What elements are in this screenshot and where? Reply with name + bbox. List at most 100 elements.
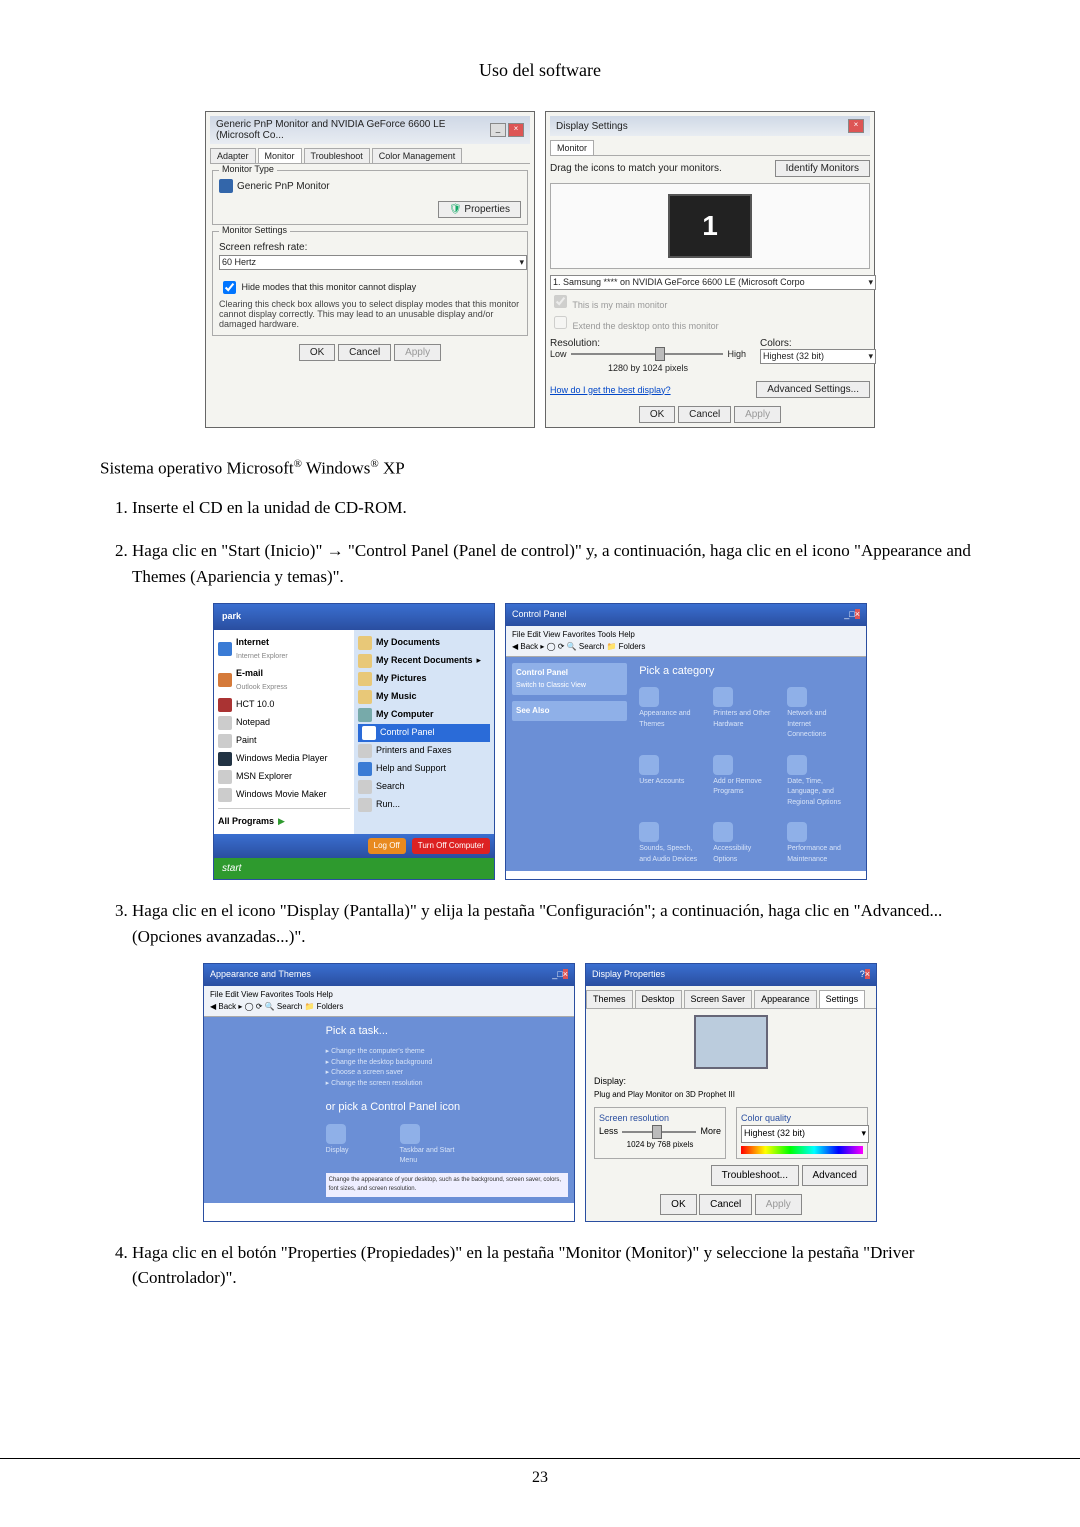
or-pick-icon-title: or pick a Control Panel icon bbox=[326, 1099, 568, 1116]
monitor-thumb[interactable]: 1 bbox=[668, 194, 752, 258]
sm-my-music[interactable]: My Music bbox=[358, 688, 490, 706]
sm-printers[interactable]: Printers and Faxes bbox=[358, 742, 490, 760]
hide-modes-desc: Clearing this check box allows you to se… bbox=[219, 299, 521, 329]
resolution-slider[interactable]: Low High bbox=[550, 349, 746, 359]
sm-search[interactable]: Search bbox=[358, 778, 490, 796]
close-icon[interactable]: × bbox=[848, 119, 864, 133]
dp-advanced-button[interactable]: Advanced bbox=[802, 1165, 868, 1186]
cat-datetime[interactable]: Date, Time, Language, and Regional Optio… bbox=[787, 755, 847, 809]
sm-msn[interactable]: MSN Explorer bbox=[218, 768, 350, 786]
appearance-themes-window: Appearance and Themes _□× File Edit View… bbox=[203, 963, 575, 1222]
chevron-right-icon: ▶ bbox=[278, 815, 285, 829]
dp-res-value: 1024 by 768 pixels bbox=[599, 1139, 721, 1151]
best-display-link[interactable]: How do I get the best display? bbox=[550, 385, 671, 395]
tab-adapter[interactable]: Adapter bbox=[210, 148, 256, 163]
dp-troubleshoot-button[interactable]: Troubleshoot... bbox=[711, 1165, 799, 1186]
sm-my-computer[interactable]: My Computer bbox=[358, 706, 490, 724]
close-icon[interactable]: × bbox=[508, 123, 524, 137]
refresh-rate-label: Screen refresh rate: bbox=[219, 242, 521, 253]
advanced-settings-button[interactable]: Advanced Settings... bbox=[756, 381, 870, 398]
maximize-icon[interactable]: □ bbox=[557, 969, 562, 979]
sm-my-pictures[interactable]: My Pictures bbox=[358, 670, 490, 688]
dp-res-slider[interactable]: Less More bbox=[599, 1125, 721, 1139]
cancel-button[interactable]: Cancel bbox=[678, 406, 731, 423]
sm-hct[interactable]: HCT 10.0 bbox=[218, 696, 350, 714]
tab-troubleshoot[interactable]: Troubleshoot bbox=[304, 148, 370, 163]
task-res[interactable]: ▸ Change the screen resolution bbox=[326, 1079, 568, 1090]
identify-monitors-button[interactable]: Identify Monitors bbox=[775, 160, 870, 177]
cat-addremove[interactable]: Add or Remove Programs bbox=[713, 755, 773, 809]
hide-modes-checkbox[interactable]: Hide modes that this monitor cannot disp… bbox=[219, 278, 521, 297]
sm-run[interactable]: Run... bbox=[358, 796, 490, 814]
logoff-button[interactable]: Log Off bbox=[368, 838, 406, 854]
monitor-dialog: Generic PnP Monitor and NVIDIA GeForce 6… bbox=[205, 111, 535, 428]
cat-appearance[interactable]: Appearance and Themes bbox=[639, 687, 699, 741]
sm-help[interactable]: Help and Support bbox=[358, 760, 490, 778]
sm-all-programs[interactable]: All Programs ▶ bbox=[218, 813, 350, 831]
ok-button[interactable]: OK bbox=[299, 344, 335, 361]
pick-task-title: Pick a task... bbox=[326, 1023, 568, 1040]
monitor-type-group: Monitor Type Generic PnP Monitor 🛡 Prope… bbox=[212, 170, 528, 225]
icon-display[interactable]: Display bbox=[326, 1124, 386, 1167]
apply-button[interactable]: Apply bbox=[394, 344, 441, 361]
cat-performance[interactable]: Performance and Maintenance bbox=[787, 822, 847, 865]
tab-monitor2[interactable]: Monitor bbox=[550, 140, 594, 155]
task-ss[interactable]: ▸ Choose a screen saver bbox=[326, 1068, 568, 1079]
dp-title: Display Properties bbox=[592, 968, 665, 982]
dp-color-dropdown[interactable]: Highest (32 bit)▾ bbox=[741, 1125, 869, 1143]
page-number: 23 bbox=[0, 1469, 1080, 1487]
task-bg[interactable]: ▸ Change the desktop background bbox=[326, 1058, 568, 1069]
sm-my-documents[interactable]: My Documents bbox=[358, 634, 490, 652]
minimize-icon[interactable]: _ bbox=[490, 123, 506, 137]
tab-appearance[interactable]: Appearance bbox=[754, 990, 817, 1009]
turnoff-button[interactable]: Turn Off Computer bbox=[412, 838, 490, 854]
step-4: Haga clic en el botón "Properties (Propi… bbox=[132, 1240, 980, 1291]
tab-screensaver[interactable]: Screen Saver bbox=[684, 990, 753, 1009]
sm-notepad[interactable]: Notepad bbox=[218, 714, 350, 732]
cp-classic-link[interactable]: Switch to Classic View bbox=[516, 682, 586, 689]
apply-button[interactable]: Apply bbox=[734, 406, 781, 423]
cat-network[interactable]: Network and Internet Connections bbox=[787, 687, 847, 741]
sm-wmp[interactable]: Windows Media Player bbox=[218, 750, 350, 768]
display-device-dropdown[interactable]: 1. Samsung **** on NVIDIA GeForce 6600 L… bbox=[550, 275, 876, 290]
display-settings-titlebar: Display Settings × bbox=[550, 116, 870, 136]
drag-text: Drag the icons to match your monitors. bbox=[550, 163, 722, 174]
cat-accessibility[interactable]: Accessibility Options bbox=[713, 822, 773, 865]
task-theme[interactable]: ▸ Change the computer's theme bbox=[326, 1047, 568, 1058]
cancel-button[interactable]: Cancel bbox=[338, 344, 391, 361]
sm-recent-docs[interactable]: My Recent Documents ▸ bbox=[358, 652, 490, 670]
tab-desktop[interactable]: Desktop bbox=[635, 990, 682, 1009]
start-button[interactable]: start bbox=[214, 858, 494, 879]
colors-dropdown[interactable]: Highest (32 bit)▾ bbox=[760, 349, 876, 364]
ok-button[interactable]: OK bbox=[660, 1194, 696, 1215]
properties-button[interactable]: 🛡 Properties bbox=[438, 201, 521, 218]
close-icon[interactable]: × bbox=[865, 969, 870, 979]
sm-internet[interactable]: InternetInternet Explorer bbox=[218, 634, 350, 665]
help-icon[interactable]: ? bbox=[860, 969, 865, 979]
tab-color-management[interactable]: Color Management bbox=[372, 148, 463, 163]
cat-users[interactable]: User Accounts bbox=[639, 755, 699, 809]
resolution-value: 1280 by 1024 pixels bbox=[550, 363, 746, 373]
monitor-settings-label: Monitor Settings bbox=[219, 225, 290, 235]
close-icon[interactable]: × bbox=[563, 969, 568, 979]
close-icon[interactable]: × bbox=[855, 609, 860, 619]
dp-monitor-preview bbox=[694, 1015, 768, 1069]
refresh-rate-dropdown[interactable]: 60 Hertz▾ bbox=[219, 255, 527, 270]
ok-button[interactable]: OK bbox=[639, 406, 675, 423]
dp-color-label: Color quality bbox=[741, 1112, 863, 1126]
apply-button[interactable]: Apply bbox=[755, 1194, 802, 1215]
sm-control-panel[interactable]: Control Panel bbox=[358, 724, 490, 742]
tab-themes[interactable]: Themes bbox=[586, 990, 633, 1009]
tab-monitor[interactable]: Monitor bbox=[258, 148, 302, 163]
cat-printers[interactable]: Printers and Other Hardware bbox=[713, 687, 773, 741]
sm-wmm[interactable]: Windows Movie Maker bbox=[218, 786, 350, 804]
monitor-icon bbox=[219, 179, 233, 193]
maximize-icon[interactable]: □ bbox=[849, 609, 854, 619]
cat-sounds[interactable]: Sounds, Speech, and Audio Devices bbox=[639, 822, 699, 865]
sm-paint[interactable]: Paint bbox=[218, 732, 350, 750]
tab-settings[interactable]: Settings bbox=[819, 990, 866, 1009]
cancel-button[interactable]: Cancel bbox=[699, 1194, 752, 1215]
page-header: Uso del software bbox=[100, 60, 980, 81]
sm-email[interactable]: E-mailOutlook Express bbox=[218, 665, 350, 696]
icon-taskbar[interactable]: Taskbar and Start Menu bbox=[400, 1124, 460, 1167]
